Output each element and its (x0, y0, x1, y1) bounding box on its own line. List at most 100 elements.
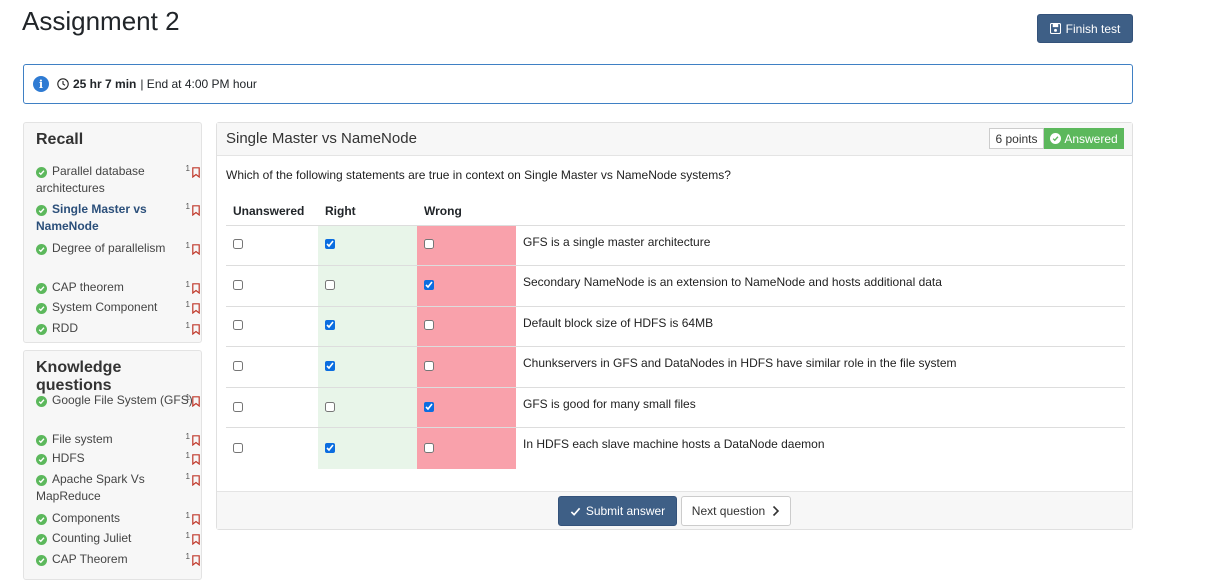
sidebar-item[interactable]: Degree of parallelism 1 (36, 240, 200, 257)
wrong-checkbox[interactable] (424, 401, 434, 412)
wrong-checkbox[interactable] (424, 320, 434, 331)
sidebar-item[interactable]: Counting Juliet 1 (36, 530, 200, 547)
unanswered-checkbox[interactable] (233, 239, 243, 250)
sidebar-item[interactable]: Single Master vs NameNode 1 (36, 201, 200, 235)
statement-text: GFS is good for many small files (516, 387, 1125, 429)
wrong-checkbox[interactable] (424, 442, 434, 453)
check-circle-icon (36, 534, 47, 545)
answer-cell-unanswered (226, 387, 318, 429)
question-prompt: Which of the following statements are tr… (226, 168, 731, 182)
recall-title: Recall (36, 131, 84, 148)
end-time: | End at 4:00 PM hour (140, 77, 257, 91)
sidebar-item-label: Components (52, 511, 121, 525)
check-circle-icon (36, 324, 47, 335)
unanswered-checkbox[interactable] (233, 320, 243, 331)
points-count: 1 (185, 552, 190, 561)
sidebar-item[interactable]: Components 1 (36, 510, 200, 527)
check-circle-icon (36, 167, 47, 178)
unanswered-checkbox[interactable] (233, 401, 243, 412)
sidebar-item[interactable]: CAP theorem 1 (36, 279, 200, 296)
answer-cell-unanswered (226, 346, 318, 388)
sidebar-item[interactable]: CAP Theorem 1 (36, 551, 200, 568)
points-count: 1 (185, 432, 190, 441)
bookmark-icon[interactable] (192, 513, 200, 526)
right-checkbox[interactable] (325, 279, 335, 290)
unanswered-checkbox[interactable] (233, 442, 243, 453)
answer-row: In HDFS each slave machine hosts a DataN… (226, 427, 1125, 469)
status-label: Answered (1064, 131, 1118, 146)
check-circle-icon (36, 205, 47, 216)
bookmark-icon[interactable] (192, 302, 200, 315)
wrong-checkbox[interactable] (424, 279, 434, 290)
check-circle-icon (36, 514, 47, 525)
answer-row: Chunkservers in GFS and DataNodes in HDF… (226, 346, 1125, 388)
points-count: 1 (185, 451, 190, 460)
sidebar-item-label: Apache Spark Vs MapReduce (36, 472, 145, 503)
sidebar-item[interactable]: File system 1 (36, 431, 200, 448)
timer-alert: i 25 hr 7 min | End at 4:00 PM hour (23, 64, 1133, 104)
answer-row: Secondary NameNode is an extension to Na… (226, 265, 1125, 307)
check-circle-icon (36, 303, 47, 314)
points-count: 1 (185, 164, 190, 173)
answer-cell-wrong (417, 427, 516, 469)
finish-test-label: Finish test (1065, 21, 1121, 36)
points-count: 1 (185, 511, 190, 520)
bookmark-icon[interactable] (192, 166, 200, 179)
answer-cell-wrong (417, 306, 516, 348)
answer-cell-right (318, 427, 417, 469)
page-title: Assignment 2 (22, 6, 180, 36)
bookmark-icon[interactable] (192, 554, 200, 567)
right-checkbox[interactable] (325, 442, 335, 453)
bookmark-icon[interactable] (192, 474, 200, 487)
right-checkbox[interactable] (325, 401, 335, 412)
points-badge: 6 points (989, 128, 1044, 149)
sidebar-item[interactable]: Parallel database architectures 1 (36, 163, 200, 197)
bookmark-icon[interactable] (192, 453, 200, 466)
bookmark-icon[interactable] (192, 243, 200, 256)
sidebar-item[interactable]: Google File System (GFS) 1 (36, 392, 200, 409)
unanswered-checkbox[interactable] (233, 361, 243, 372)
answer-cell-unanswered (226, 306, 318, 348)
sidebar-item-label: Parallel database architectures (36, 164, 145, 195)
unanswered-checkbox[interactable] (233, 279, 243, 290)
check-circle-icon (36, 475, 47, 486)
next-question-button[interactable]: Next question (681, 496, 791, 526)
answer-cell-unanswered (226, 265, 318, 307)
sidebar-item[interactable]: HDFS 1 (36, 450, 200, 467)
check-circle-icon (36, 435, 47, 446)
points-count: 1 (185, 472, 190, 481)
right-checkbox[interactable] (325, 320, 335, 331)
check-icon (570, 507, 581, 516)
check-circle-icon (36, 396, 47, 407)
points-count: 1 (185, 280, 190, 289)
check-circle-icon (36, 244, 47, 255)
recall-card: Recall Parallel database architectures 1 S… (23, 122, 202, 343)
bookmark-icon[interactable] (192, 395, 200, 408)
bookmark-icon[interactable] (192, 204, 200, 217)
wrong-checkbox[interactable] (424, 361, 434, 372)
sidebar-item[interactable]: System Component 1 (36, 299, 200, 316)
check-circle-icon (36, 454, 47, 465)
time-remaining: 25 hr 7 min (73, 77, 137, 91)
bookmark-icon[interactable] (192, 434, 200, 447)
statement-text: In HDFS each slave machine hosts a DataN… (523, 437, 825, 452)
question-panel: Single Master vs NameNode 6 points Answe… (216, 122, 1133, 530)
sidebar-item[interactable]: Apache Spark Vs MapReduce 1 (36, 471, 200, 505)
check-circle-icon (36, 555, 47, 566)
bookmark-icon[interactable] (192, 533, 200, 546)
sidebar-item-label: CAP theorem (52, 280, 124, 294)
answer-table: Unanswered Right Wrong GFS is a single m… (226, 197, 1125, 469)
sidebar-item[interactable]: RDD 1 (36, 320, 200, 337)
bookmark-icon[interactable] (192, 323, 200, 336)
right-checkbox[interactable] (325, 361, 335, 372)
submit-answer-button[interactable]: Submit answer (558, 496, 677, 526)
finish-test-button[interactable]: Finish test (1037, 14, 1133, 43)
answer-cell-unanswered (226, 428, 318, 469)
sidebar-item-label: File system (52, 432, 113, 446)
bookmark-icon[interactable] (192, 282, 200, 295)
right-checkbox[interactable] (325, 239, 335, 250)
answer-cell-unanswered (226, 225, 318, 267)
clock-icon (57, 78, 69, 90)
wrong-checkbox[interactable] (424, 239, 434, 250)
column-header-statement (516, 197, 1125, 226)
